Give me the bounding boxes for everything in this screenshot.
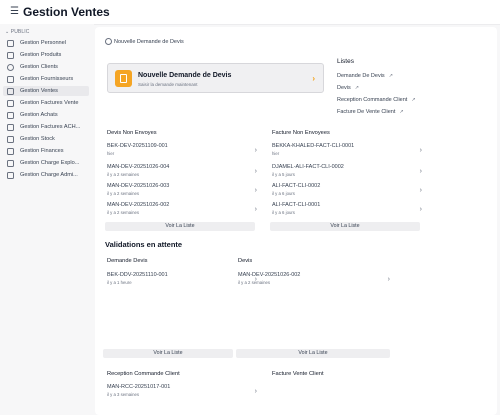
top-bar: ☰ Gestion Ventes: [0, 0, 500, 25]
sidebar-item-gestion-fournisseurs[interactable]: Gestion Fournisseurs: [3, 74, 89, 84]
bag-icon: [7, 111, 14, 119]
chevron-right-icon: ›: [419, 206, 422, 213]
list-item[interactable]: ALI-FACT-CLI-0001 il y a 6 jours ›: [272, 202, 422, 218]
link-reception-commande-client[interactable]: Reception Commande Client ↗: [337, 97, 416, 103]
arrow-up-right-icon: ↗: [354, 85, 359, 91]
list-item[interactable]: MAN-DEV-20251026-002 il y a 2 semaines ›: [107, 202, 257, 218]
list-item[interactable]: MAN-RCC-20251017-001 il y a 3 semaines ›: [107, 384, 257, 400]
sidebar-item-gestion-personnel[interactable]: Gestion Personnel: [3, 38, 89, 48]
document-icon: [115, 70, 132, 87]
sidebar: ⌄ PUBLIC Gestion Personnel Gestion Produ…: [0, 24, 94, 415]
chevron-right-icon: ›: [254, 187, 257, 194]
link-facture-de-vente-client[interactable]: Facture De Vente Client ↗: [337, 109, 404, 115]
users-icon: [7, 39, 14, 47]
chevron-right-icon: ›: [254, 147, 257, 154]
facture-non-envoyees-title: Facture Non Envoyees: [272, 130, 330, 136]
banner-title: Nouvelle Demande de Devis: [138, 72, 232, 79]
cart-icon: [7, 87, 14, 95]
devis-validation-title: Devis: [238, 258, 253, 264]
link-devis[interactable]: Devis ↗: [337, 85, 359, 91]
chevron-right-icon: ›: [419, 168, 422, 175]
chart-icon: [7, 159, 14, 167]
menu-icon[interactable]: ☰: [10, 7, 19, 17]
lists-title: Listes: [337, 58, 354, 65]
chevron-right-icon: ›: [419, 147, 422, 154]
breadcrumb[interactable]: Nouvelle Demande de Devis: [105, 38, 184, 45]
sidebar-item-gestion-produits[interactable]: Gestion Produits: [3, 50, 89, 60]
link-demande-de-devis[interactable]: Demande De Devis ↗: [337, 73, 393, 79]
sidebar-item-gestion-charge-exploitation[interactable]: Gestion Charge Explo...: [3, 158, 89, 168]
voir-la-liste-demande-devis-button[interactable]: Voir La Liste: [103, 349, 233, 358]
validations-title: Validations en attente: [105, 240, 183, 249]
invoice-icon: [7, 99, 14, 107]
app-title: Gestion Ventes: [23, 5, 110, 19]
main-content: Nouvelle Demande de Devis Nouvelle Deman…: [95, 27, 497, 415]
sidebar-item-gestion-factures-vente[interactable]: Gestion Factures Vente: [3, 98, 89, 108]
devis-non-envoyes-title: Devis Non Envoyes: [107, 130, 157, 136]
new-quote-request-banner[interactable]: Nouvelle Demande de Devis Saisir la dema…: [107, 63, 324, 93]
document-icon: [7, 171, 14, 179]
list-item[interactable]: BEK-DDV-20251110-001 il y a 1 heure ›: [107, 272, 257, 288]
list-item[interactable]: MAN-DEV-20251026-002 il y a 2 semaines ›: [238, 272, 390, 288]
voir-la-liste-devis-validation-button[interactable]: Voir La Liste: [236, 349, 390, 358]
banner-subtitle: Saisir la demande maintenant: [138, 82, 198, 87]
demande-devis-title: Demande Devis: [107, 258, 148, 264]
arrow-up-right-icon: ↗: [411, 97, 416, 103]
chevron-right-icon: ›: [312, 74, 315, 83]
sidebar-section-label: ⌄ PUBLIC: [5, 29, 30, 35]
sidebar-item-gestion-ventes[interactable]: Gestion Ventes: [3, 86, 89, 96]
voir-la-liste-devis-button[interactable]: Voir La Liste: [105, 222, 255, 231]
list-item[interactable]: MAN-DEV-20251026-004 il y a 2 semaines ›: [107, 164, 257, 180]
user-icon: [105, 38, 112, 45]
sidebar-item-gestion-stock[interactable]: Gestion Stock: [3, 134, 89, 144]
receipt-icon: [7, 123, 14, 131]
list-item[interactable]: MAN-DEV-20251026-003 il y a 2 semaines ›: [107, 183, 257, 199]
list-item[interactable]: DJAMEL-ALI-FACT-CLI-0002 il y a 5 jours ›: [272, 164, 422, 180]
warehouse-icon: [7, 135, 14, 143]
chevron-right-icon: ›: [254, 206, 257, 213]
chevron-right-icon: ›: [419, 187, 422, 194]
chevron-right-icon: ›: [387, 276, 390, 283]
bank-icon: [7, 147, 14, 155]
sidebar-item-gestion-charge-administrative[interactable]: Gestion Charge Admi...: [3, 170, 89, 180]
arrow-up-right-icon: ↗: [399, 109, 404, 115]
sidebar-item-gestion-finances[interactable]: Gestion Finances: [3, 146, 89, 156]
list-item[interactable]: ALI-FACT-CLI-0002 il y a 6 jours ›: [272, 183, 422, 199]
truck-icon: [7, 75, 14, 83]
user-circle-icon: [7, 63, 14, 71]
list-item[interactable]: BEK-DEV-20251109-001 hier ›: [107, 143, 257, 159]
sidebar-item-gestion-clients[interactable]: Gestion Clients: [3, 62, 89, 72]
reception-commande-title: Reception Commande Client: [107, 371, 180, 377]
chevron-right-icon: ›: [254, 168, 257, 175]
sidebar-item-gestion-achats[interactable]: Gestion Achats: [3, 110, 89, 120]
facture-vente-client-title: Facture Vente Client: [272, 371, 324, 377]
sidebar-item-gestion-factures-achat[interactable]: Gestion Factures ACH...: [3, 122, 89, 132]
voir-la-liste-factures-button[interactable]: Voir La Liste: [270, 222, 420, 231]
box-icon: [7, 51, 14, 59]
list-item[interactable]: BEKKA-KHALED-FACT-CLI-0001 hier ›: [272, 143, 422, 159]
arrow-up-right-icon: ↗: [388, 73, 393, 79]
chevron-right-icon: ›: [254, 388, 257, 395]
